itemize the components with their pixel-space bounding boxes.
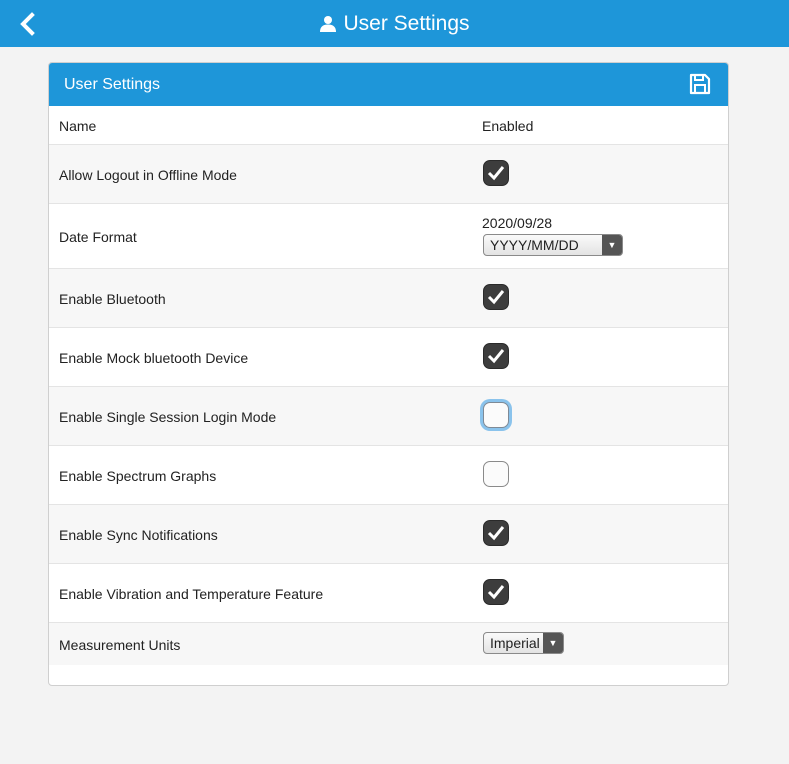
checkmark-icon xyxy=(487,349,505,364)
setting-label: Enable Vibration and Temperature Feature xyxy=(59,586,324,602)
panel-header: User Settings xyxy=(49,63,728,106)
setting-label: Enable Sync Notifications xyxy=(59,527,218,543)
allow-logout-offline-checkbox[interactable] xyxy=(483,160,509,186)
setting-label: Enable Bluetooth xyxy=(59,291,166,307)
setting-row-vibration-temperature: Enable Vibration and Temperature Feature xyxy=(49,564,728,623)
setting-row-single-session-login: Enable Single Session Login Mode xyxy=(49,387,728,446)
checkmark-icon xyxy=(487,585,505,600)
dropdown-arrow-icon: ▼ xyxy=(543,633,563,653)
top-bar: User Settings xyxy=(0,0,789,47)
single-session-login-checkbox[interactable] xyxy=(483,402,509,428)
dropdown-arrow-icon: ▼ xyxy=(602,235,622,255)
measurement-units-select[interactable]: Imperial ▼ xyxy=(483,632,564,654)
setting-row-enable-bluetooth: Enable Bluetooth xyxy=(49,269,728,328)
setting-label: Enable Single Session Login Mode xyxy=(59,409,277,425)
setting-label: Measurement Units xyxy=(59,637,181,653)
setting-label: Enable Mock bluetooth Device xyxy=(59,350,249,366)
date-format-preview: 2020/09/28 xyxy=(482,215,553,231)
setting-label: Allow Logout in Offline Mode xyxy=(59,167,237,183)
checkmark-icon xyxy=(487,166,505,181)
measurement-units-selected: Imperial xyxy=(490,635,540,651)
setting-row-spectrum-graphs: Enable Spectrum Graphs xyxy=(49,446,728,505)
setting-row-measurement-units: Measurement Units Imperial ▼ xyxy=(49,623,728,665)
column-header-name: Name xyxy=(59,118,97,134)
vibration-temperature-checkbox[interactable] xyxy=(483,579,509,605)
setting-row-mock-bluetooth: Enable Mock bluetooth Device xyxy=(49,328,728,387)
enable-bluetooth-checkbox[interactable] xyxy=(483,284,509,310)
mock-bluetooth-checkbox[interactable] xyxy=(483,343,509,369)
setting-row-sync-notifications: Enable Sync Notifications xyxy=(49,505,728,564)
setting-label: Enable Spectrum Graphs xyxy=(59,468,217,484)
date-format-selected: YYYY/MM/DD xyxy=(490,237,579,253)
sync-notifications-checkbox[interactable] xyxy=(483,520,509,546)
column-header-enabled: Enabled xyxy=(482,118,534,134)
page-title: User Settings xyxy=(0,0,789,47)
table-header-row: Name Enabled xyxy=(49,106,728,145)
user-settings-panel: User Settings Name Enabled Allow Logout … xyxy=(48,62,729,686)
date-format-select[interactable]: YYYY/MM/DD ▼ xyxy=(483,234,623,256)
setting-label: Date Format xyxy=(59,229,137,245)
panel-title: User Settings xyxy=(64,76,161,93)
save-icon xyxy=(689,73,711,95)
page-title-text: User Settings xyxy=(343,11,470,35)
checkmark-icon xyxy=(487,526,505,541)
save-button[interactable] xyxy=(689,73,711,95)
setting-row-date-format: Date Format 2020/09/28 YYYY/MM/DD ▼ xyxy=(49,204,728,269)
setting-row-allow-logout-offline: Allow Logout in Offline Mode xyxy=(49,145,728,204)
checkmark-icon xyxy=(487,290,505,305)
spectrum-graphs-checkbox[interactable] xyxy=(483,461,509,487)
user-icon xyxy=(320,15,337,32)
